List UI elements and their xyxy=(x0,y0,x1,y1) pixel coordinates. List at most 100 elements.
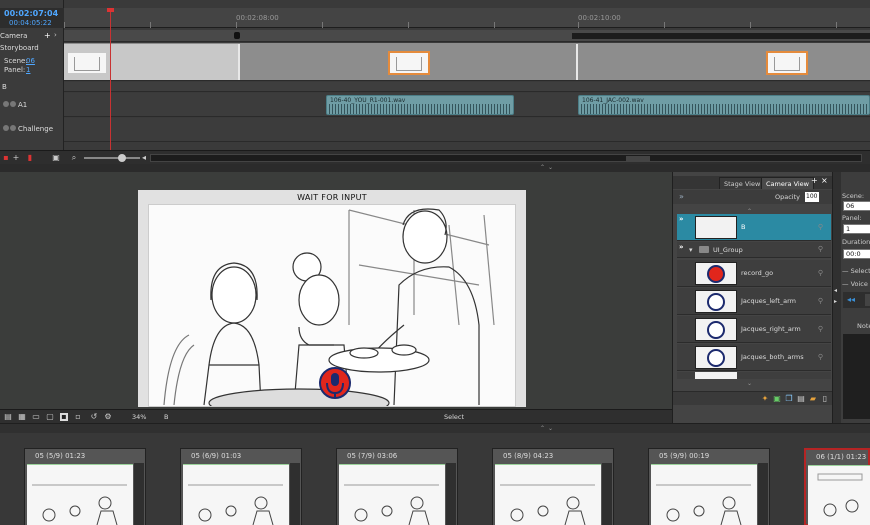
expand-icon[interactable]: » xyxy=(679,243,684,251)
close-icon[interactable]: × xyxy=(821,176,828,185)
panel-input[interactable]: 1 xyxy=(843,224,870,234)
copy-layer-icon[interactable]: ▤ xyxy=(797,395,805,403)
thumbnail-panel-current[interactable]: 06 (1/1) 01:23 xyxy=(804,448,870,525)
onion-skin-icon[interactable]: ▤ xyxy=(4,413,12,421)
storyboard-drawing[interactable] xyxy=(148,204,516,407)
mute-toggle-icon[interactable] xyxy=(10,101,16,107)
layer-row[interactable]: Jacques_right_arm ⚲ xyxy=(677,316,831,343)
scrollbar-thumb[interactable] xyxy=(626,156,650,161)
zoom-slider-track[interactable] xyxy=(84,157,140,159)
layer-thumbnail xyxy=(695,346,737,369)
thumbnail-panel[interactable]: 05 (9/9) 00:19 xyxy=(648,448,770,525)
camera-frame[interactable]: WAIT FOR INPUT xyxy=(138,190,526,407)
zoom-level[interactable]: 34% xyxy=(132,413,146,421)
layer-field[interactable]: B xyxy=(164,413,168,421)
add-layer-icon[interactable]: ✦ xyxy=(761,395,769,403)
timeline-scrollbar[interactable] xyxy=(150,154,862,162)
select-section[interactable]: — Select xyxy=(842,267,870,275)
tab-stage-view[interactable]: Stage View xyxy=(719,177,766,189)
voice-button[interactable] xyxy=(865,294,870,306)
thumbnail-panel[interactable]: 05 (7/9) 03:06 xyxy=(336,448,458,525)
scroll-up-icon[interactable]: ⌃ xyxy=(747,208,752,215)
camera-move-bar[interactable] xyxy=(572,33,870,39)
add-tab-icon[interactable]: + xyxy=(811,176,818,185)
speaker-icon[interactable] xyxy=(3,125,9,131)
speaker-icon[interactable] xyxy=(3,101,9,107)
scene-input[interactable]: 06 xyxy=(843,201,870,211)
splitter[interactable]: ⌃ ⌄ xyxy=(0,164,870,172)
scene-link[interactable]: 06 xyxy=(26,57,35,65)
rewind-icon[interactable]: ◂◂ xyxy=(847,295,855,304)
collapse-left-icon[interactable]: ◂ xyxy=(834,287,837,294)
panel-link[interactable]: 1 xyxy=(26,66,30,74)
add-marker-icon[interactable]: + xyxy=(12,154,20,162)
duplicate-layer-icon[interactable]: ❐ xyxy=(785,395,793,403)
layer-row[interactable]: record_go ⚲ xyxy=(677,260,831,287)
lock-icon[interactable]: ⚲ xyxy=(818,353,823,361)
expand-icon[interactable]: ⌄ xyxy=(548,164,553,171)
strip-splitter[interactable]: ⌃ ⌄ xyxy=(0,424,870,433)
playhead-handle[interactable] xyxy=(107,8,114,12)
reset-rotation-icon[interactable]: ↺ xyxy=(90,413,98,421)
thumbnail-panel[interactable]: 05 (8/9) 04:23 xyxy=(492,448,614,525)
mic-icon xyxy=(707,321,725,339)
tab-camera-view[interactable]: Camera View xyxy=(761,177,814,189)
zoom-slider-knob[interactable] xyxy=(118,154,126,162)
delete-icon[interactable]: ▮ xyxy=(26,154,34,162)
a1-audio-track[interactable]: 106-40_YOU_R1-001.wav 106-41_JAC-002.wav xyxy=(64,93,870,117)
lock-icon[interactable]: ⚲ xyxy=(818,297,823,305)
camera-mask-icon[interactable]: ▪ xyxy=(60,413,68,421)
scroll-down-icon[interactable]: ⌄ xyxy=(747,380,752,387)
panel-clip[interactable] xyxy=(64,44,240,80)
storyboard-track[interactable] xyxy=(64,43,870,81)
audio-clip[interactable]: 106-41_JAC-002.wav xyxy=(578,95,870,115)
expand-panel-icon[interactable]: » xyxy=(679,192,684,201)
thumbnail-panel[interactable]: 05 (5/9) 01:23 xyxy=(24,448,146,525)
add-image-layer-icon[interactable]: ▣ xyxy=(773,395,781,403)
collapse-icon[interactable]: ⌃ xyxy=(540,425,545,432)
lock-icon[interactable]: ⚲ xyxy=(818,269,823,277)
panel-clip[interactable] xyxy=(242,44,578,80)
duration-input[interactable]: 00:0 xyxy=(843,249,870,259)
safe-area-icon[interactable]: ▭ xyxy=(32,413,40,421)
settings-icon[interactable]: ⚙ xyxy=(104,413,112,421)
expand-icon[interactable]: » xyxy=(679,215,684,223)
layer-row[interactable]: Jacques_both_arms ⚲ xyxy=(677,344,831,371)
folder-add-icon[interactable]: ▰ xyxy=(809,395,817,403)
lock-icon[interactable]: ⚲ xyxy=(818,245,823,253)
scroll-left-icon[interactable]: ◂ xyxy=(140,154,148,162)
next-keyframe-icon[interactable]: › xyxy=(54,31,57,39)
camera-keyframe[interactable] xyxy=(234,32,240,39)
layer-row[interactable]: Jacques_left_arm ⚲ xyxy=(677,288,831,315)
collapse-icon[interactable]: ⌃ xyxy=(540,164,545,171)
collapse-group-icon[interactable]: ▾ xyxy=(689,246,693,254)
fit-view-icon[interactable]: ▢ xyxy=(46,413,54,421)
trash-icon[interactable]: ▯ xyxy=(821,395,829,403)
b-track[interactable] xyxy=(64,82,870,92)
add-keyframe-icon[interactable]: + xyxy=(44,31,51,40)
zoom-icon[interactable]: ⌕ xyxy=(70,154,78,162)
layer-row[interactable]: » B ⚲ xyxy=(677,214,831,241)
record-icon[interactable]: ▪ xyxy=(2,154,10,162)
layer-group-row[interactable]: » ▾ UI_Group ⚲ xyxy=(677,242,831,258)
thumbnail-panel[interactable]: 05 (6/9) 01:03 xyxy=(180,448,302,525)
panel-view-icon[interactable]: ▣ xyxy=(52,154,60,162)
voice-section[interactable]: — Voice A xyxy=(842,280,870,288)
panel-clip[interactable] xyxy=(580,44,870,80)
playhead[interactable] xyxy=(110,8,111,150)
b-track-label: B xyxy=(2,83,7,91)
expand-icon[interactable]: ⌄ xyxy=(548,425,553,432)
audio-clip[interactable]: 106-40_YOU_R1-001.wav xyxy=(326,95,514,115)
collapse-right-icon[interactable]: ▸ xyxy=(834,298,837,305)
actual-size-icon[interactable]: ▫ xyxy=(74,413,82,421)
lock-icon[interactable]: ⚲ xyxy=(818,325,823,333)
opacity-input[interactable]: 100 xyxy=(805,192,819,202)
challenge-audio-track[interactable] xyxy=(64,118,870,142)
lock-icon[interactable]: ⚲ xyxy=(818,223,823,231)
notes-area[interactable] xyxy=(843,334,870,419)
grid-icon[interactable]: ▦ xyxy=(18,413,26,421)
opacity-label: Opacity xyxy=(775,193,801,201)
properties-collapse-bar[interactable]: ◂ ▸ xyxy=(833,172,841,423)
time-ruler[interactable]: 00:02:08:00 00:02:10:00 xyxy=(64,8,870,28)
mute-toggle-icon[interactable] xyxy=(10,125,16,131)
